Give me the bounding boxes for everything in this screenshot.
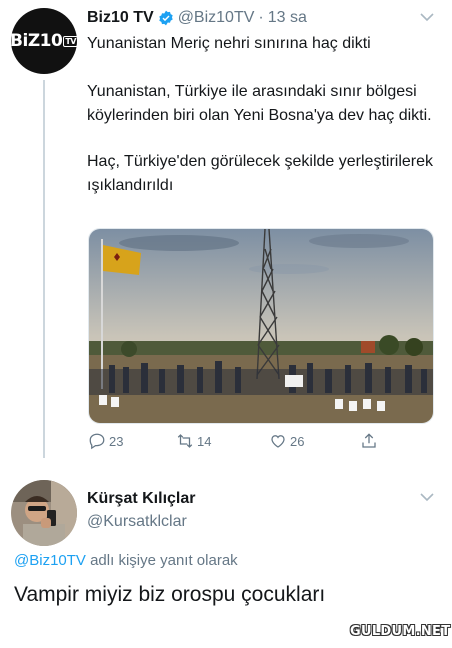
reply-tweet: Kürşat Kılıçlar @Kursatklclar @Biz10TV a…	[0, 470, 452, 648]
reply-icon	[89, 433, 105, 450]
verified-icon	[159, 10, 173, 26]
avatar[interactable]: BiZ10 TV	[10, 8, 78, 74]
like-count: 26	[290, 433, 305, 449]
share-button[interactable]	[360, 432, 381, 450]
timestamp[interactable]: 13 sa	[268, 9, 307, 27]
share-icon	[362, 433, 376, 448]
tweet-headline: Yunanistan Meriç nehri sınırına haç dikt…	[87, 35, 371, 52]
reply-text: Vampir miyiz biz orospu çocukları	[14, 583, 326, 606]
thread-line	[43, 80, 45, 458]
reply-count: 23	[109, 433, 124, 449]
display-name[interactable]: Biz10 TV	[87, 9, 154, 27]
crowd-cross-image	[89, 229, 433, 423]
tweet-header: Biz10 TV @Biz10TV · 13 sa	[87, 9, 307, 27]
mention-link[interactable]: @Biz10TV	[14, 552, 86, 569]
handle[interactable]: @Kursatklclar	[87, 513, 187, 531]
user-photo	[11, 480, 77, 546]
tweet-actions: 23 14 26	[88, 432, 418, 454]
handle[interactable]: @Biz10TV	[178, 9, 255, 27]
replying-to: @Biz10TV adlı kişiye yanıt olarak	[14, 552, 238, 569]
retweet-count: 14	[197, 433, 212, 449]
tweet-paragraph: Yunanistan, Türkiye ile arasındaki sınır…	[87, 83, 432, 124]
tweet-body: Yunanistan, Türkiye ile arasındaki sınır…	[87, 80, 437, 220]
avatar[interactable]	[11, 480, 77, 546]
like-icon	[271, 435, 285, 448]
retweet-icon	[177, 434, 193, 448]
replying-to-label: adlı kişiye yanıt olarak	[85, 552, 238, 569]
separator: ·	[258, 9, 264, 26]
reply-button[interactable]: 23	[88, 432, 123, 450]
like-button[interactable]: 26	[269, 432, 304, 450]
retweet-button[interactable]: 14	[176, 432, 211, 450]
tweet-paragraph: Haç, Türkiye'den görülecek şekilde yerle…	[87, 153, 434, 194]
channel-logo: BiZ10 TV	[10, 31, 78, 51]
chevron-down-icon[interactable]	[420, 492, 434, 502]
watermark: GULDUM.NET	[350, 624, 451, 639]
chevron-down-icon[interactable]	[420, 12, 434, 22]
tweet: BiZ10 TV Biz10 TV @Biz10TV · 13 sa Yunani…	[0, 0, 452, 470]
tweet-photo[interactable]	[88, 228, 434, 424]
display-name[interactable]: Kürşat Kılıçlar	[87, 490, 195, 508]
